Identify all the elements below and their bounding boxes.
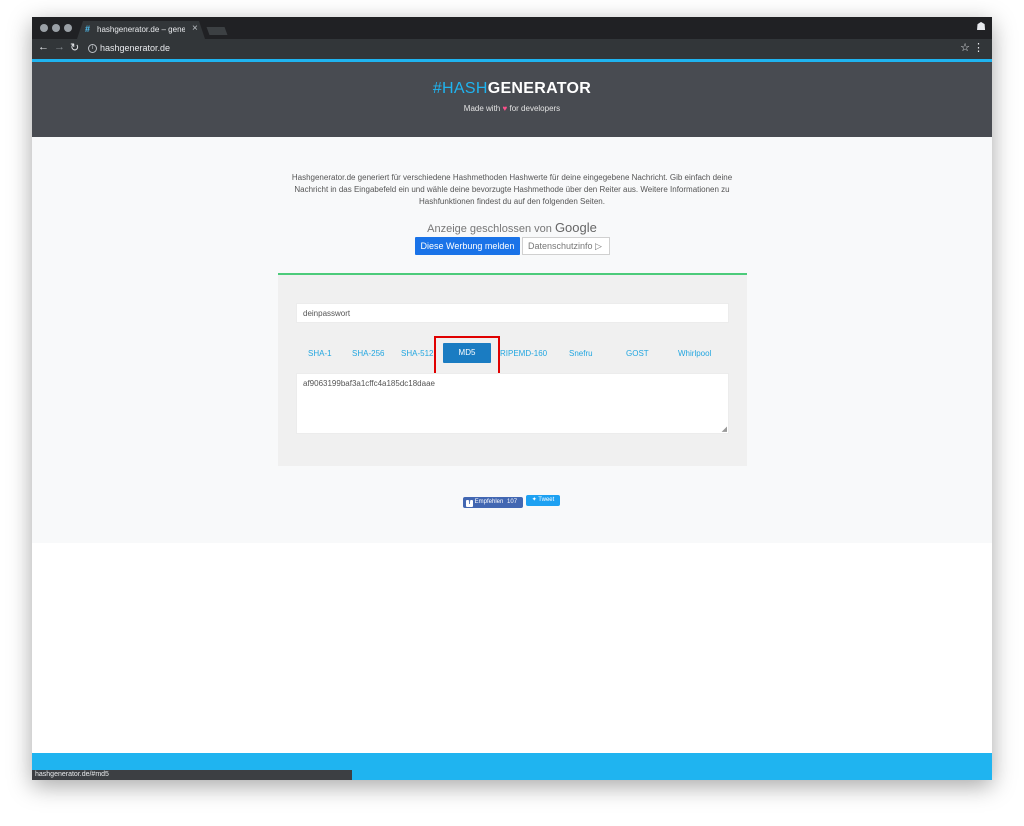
facebook-like-label: Empfehlen	[474, 499, 504, 505]
ad-privacy-button[interactable]: Datenschutzinfo ▷	[522, 237, 610, 255]
hash-output-value: af9063199baf3a1cffc4a185dc18daae	[303, 379, 435, 388]
browser-menu-icon[interactable]: ⋮	[973, 41, 984, 54]
reload-icon[interactable]: ↻	[70, 41, 79, 54]
forward-icon[interactable]: →	[54, 41, 65, 53]
facebook-like-button[interactable]: f Empfehlen 107	[463, 497, 523, 508]
logo-generator: GENERATOR	[487, 80, 592, 97]
tweet-label: Tweet	[538, 497, 555, 503]
twitter-bird-icon: ✦	[531, 497, 537, 503]
address-bar[interactable]: hashgenerator.de	[100, 43, 170, 53]
hash-panel: deinpasswort SHA-1 SHA-256 SHA-512 MD5 R…	[278, 273, 747, 466]
message-input[interactable]: deinpasswort	[296, 303, 729, 323]
favicon-icon: #	[85, 24, 91, 34]
tab-gost[interactable]: GOST	[626, 349, 649, 358]
highlight-box	[434, 336, 500, 376]
back-icon[interactable]: ←	[38, 41, 49, 53]
facebook-icon: f	[466, 500, 473, 507]
info-icon[interactable]: i	[88, 44, 97, 53]
tab-sha1[interactable]: SHA-1	[308, 349, 332, 358]
tagline-after: for developers	[509, 104, 561, 113]
bookmark-star-icon[interactable]: ☆	[960, 41, 970, 54]
tab-whirlpool[interactable]: Whirlpool	[678, 349, 711, 358]
report-ad-button[interactable]: Diese Werbung melden	[415, 237, 520, 255]
tab-title: hashgenerator.de – generate	[97, 25, 185, 34]
hash-output-textarea[interactable]: af9063199baf3a1cffc4a185dc18daae ◢	[296, 373, 729, 434]
tab-sha256[interactable]: SHA-256	[352, 349, 384, 358]
browser-tab[interactable]: # hashgenerator.de – generate ×	[77, 21, 205, 39]
resize-grip-icon[interactable]: ◢	[722, 425, 727, 433]
heart-icon: ♥	[502, 104, 508, 113]
tab-snefru[interactable]: Snefru	[569, 349, 593, 358]
tab-sha512[interactable]: SHA-512	[401, 349, 433, 358]
browser-window: # hashgenerator.de – generate × ☗ ← → ↻ …	[32, 17, 992, 780]
close-window-icon[interactable]	[40, 24, 48, 32]
status-bar: hashgenerator.de/#md5	[32, 770, 352, 780]
hash-method-tabs: SHA-1 SHA-256 SHA-512 MD5 RIPEMD-160 Sne…	[278, 336, 747, 376]
page-body-blank	[32, 543, 992, 753]
tab-strip: # hashgenerator.de – generate × ☗	[32, 17, 992, 39]
incognito-icon[interactable]: ☗	[976, 20, 986, 33]
tagline-before: Made with	[463, 104, 501, 113]
ad-closed-text: Anzeige geschlossen von	[427, 223, 552, 235]
logo-hash: #HASH	[432, 80, 488, 97]
google-logo: Google	[554, 220, 597, 235]
browser-toolbar: ← → ↻ i hashgenerator.de ☆ ⋮	[32, 39, 992, 59]
site-logo[interactable]: #HASHGENERATOR	[32, 80, 992, 98]
intro-text: Hashgenerator.de generiert für verschied…	[291, 173, 733, 206]
tagline: Made with ♥ for developers	[32, 104, 992, 113]
facebook-like-count: 107	[507, 499, 518, 505]
new-tab-button[interactable]	[206, 27, 228, 35]
ad-closed-notice: Anzeige geschlossen von Google	[32, 220, 992, 235]
close-tab-icon[interactable]: ×	[192, 23, 198, 34]
minimize-window-icon[interactable]	[52, 24, 60, 32]
tab-ripemd160[interactable]: RIPEMD-160	[500, 349, 547, 358]
site-header: #HASHGENERATOR Made with ♥ for developer…	[32, 62, 992, 137]
maximize-window-icon[interactable]	[64, 24, 72, 32]
tweet-button[interactable]: ✦ Tweet	[526, 495, 560, 506]
